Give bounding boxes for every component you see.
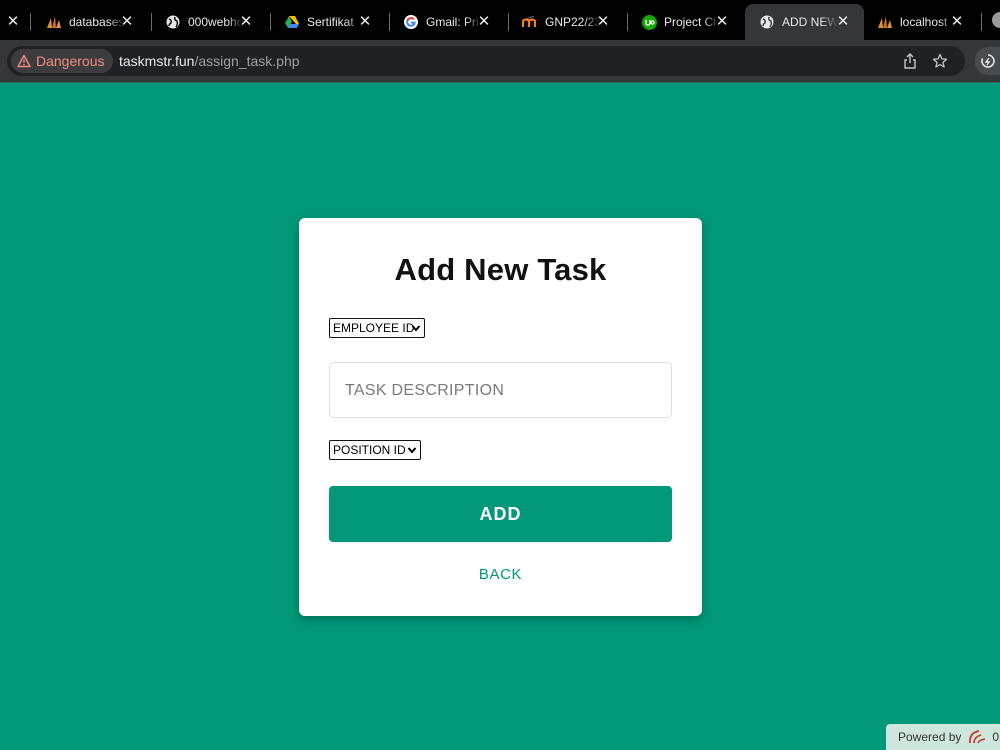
tab-project[interactable]: Project Cl ✕ [631, 4, 743, 40]
employee-id-select[interactable]: EMPLOYEE ID [329, 318, 425, 338]
host-logo-icon [969, 730, 986, 744]
tab-title: localhost [900, 15, 948, 29]
tab-title: 000webhost [188, 15, 244, 29]
tab-separator [389, 13, 390, 31]
tab-title: Gmail: Pri [426, 15, 479, 29]
powered-by-badge[interactable]: Powered by 0 [886, 724, 1000, 750]
chevron-down-icon [407, 447, 417, 454]
page-title: Add New Task [394, 252, 607, 287]
share-icon[interactable] [901, 52, 919, 70]
tab-databases[interactable]: databases ✕ [36, 4, 148, 40]
bookmark-star-icon[interactable] [931, 52, 949, 70]
warning-icon [17, 54, 31, 68]
db-logo-icon [877, 14, 893, 30]
tab-gnp[interactable]: GNP22/23 ✕ [512, 4, 624, 40]
close-icon[interactable]: ✕ [239, 14, 253, 29]
tab-title: ADD NEW [782, 15, 838, 29]
tab-separator [627, 13, 628, 31]
task-description-placeholder: TASK DESCRIPTION [345, 382, 505, 399]
close-icon[interactable]: ✕ [358, 14, 372, 29]
tab-sertifikat[interactable]: Sertifikat ✕ [274, 4, 386, 40]
employee-id-value: EMPLOYEE ID [333, 321, 415, 335]
tab-partial[interactable]: ✕ [0, 4, 30, 40]
close-icon[interactable]: ✕ [836, 14, 850, 29]
moodle-icon [522, 14, 538, 30]
security-indicator[interactable]: Dangerous [11, 49, 113, 73]
address-bar[interactable]: Dangerous taskmstr.fun/assign_task.php [7, 46, 965, 76]
tab-separator [508, 13, 509, 31]
browser-toolbar: Dangerous taskmstr.fun/assign_task.php [0, 40, 1000, 82]
close-icon[interactable]: ✕ [596, 14, 610, 29]
tab-add-new-active[interactable]: ADD NEW ✕ [745, 4, 864, 40]
google-icon [403, 14, 419, 30]
close-icon[interactable]: ✕ [950, 14, 964, 29]
close-icon[interactable]: ✕ [6, 14, 20, 29]
tab-title: Sertifikat [307, 15, 354, 29]
globe-icon [759, 14, 775, 30]
tab-strip: ✕ databases ✕ 000webhost ✕ Sertifikat ✕ … [0, 0, 1000, 40]
add-button[interactable]: ADD [329, 486, 672, 542]
url-text[interactable]: taskmstr.fun/assign_task.php [119, 53, 300, 69]
db-logo-icon [46, 14, 62, 30]
task-description-input[interactable]: TASK DESCRIPTION [329, 362, 672, 418]
extension-icon[interactable] [975, 47, 1000, 75]
tab-localhost[interactable]: localhost ✕ [866, 4, 978, 40]
tab-separator [30, 13, 31, 31]
security-label: Dangerous [36, 53, 105, 69]
chevron-down-icon [411, 325, 421, 332]
upwork-icon [641, 14, 657, 30]
close-icon[interactable]: ✕ [715, 14, 729, 29]
profile-avatar[interactable] [992, 12, 1000, 28]
tab-title: Project Cl [664, 15, 717, 29]
drive-icon [284, 14, 300, 30]
position-id-value: POSITION ID [333, 443, 406, 457]
back-link-text[interactable]: BACK [479, 566, 522, 583]
tab-separator [151, 13, 152, 31]
url-path: /assign_task.php [194, 53, 300, 69]
url-domain: taskmstr.fun [119, 53, 195, 69]
tab-title: GNP22/23 [545, 15, 601, 29]
position-id-select[interactable]: POSITION ID [329, 440, 421, 460]
close-icon[interactable]: ✕ [120, 14, 134, 29]
tab-title: databases [69, 15, 125, 29]
close-icon[interactable]: ✕ [477, 14, 491, 29]
back-link: BACK [299, 566, 702, 583]
tab-000webhost[interactable]: 000webhost ✕ [155, 4, 267, 40]
powered-by-label: Powered by [898, 730, 962, 744]
powered-by-suffix: 0 [992, 730, 1000, 744]
toolbar-divider [0, 82, 1000, 83]
add-task-card: Add New Task EMPLOYEE ID TASK DESCRIPTIO… [299, 218, 702, 616]
tab-separator [270, 13, 271, 31]
globe-icon [165, 14, 181, 30]
tab-separator [981, 13, 982, 31]
tab-gmail[interactable]: Gmail: Pri ✕ [393, 4, 505, 40]
